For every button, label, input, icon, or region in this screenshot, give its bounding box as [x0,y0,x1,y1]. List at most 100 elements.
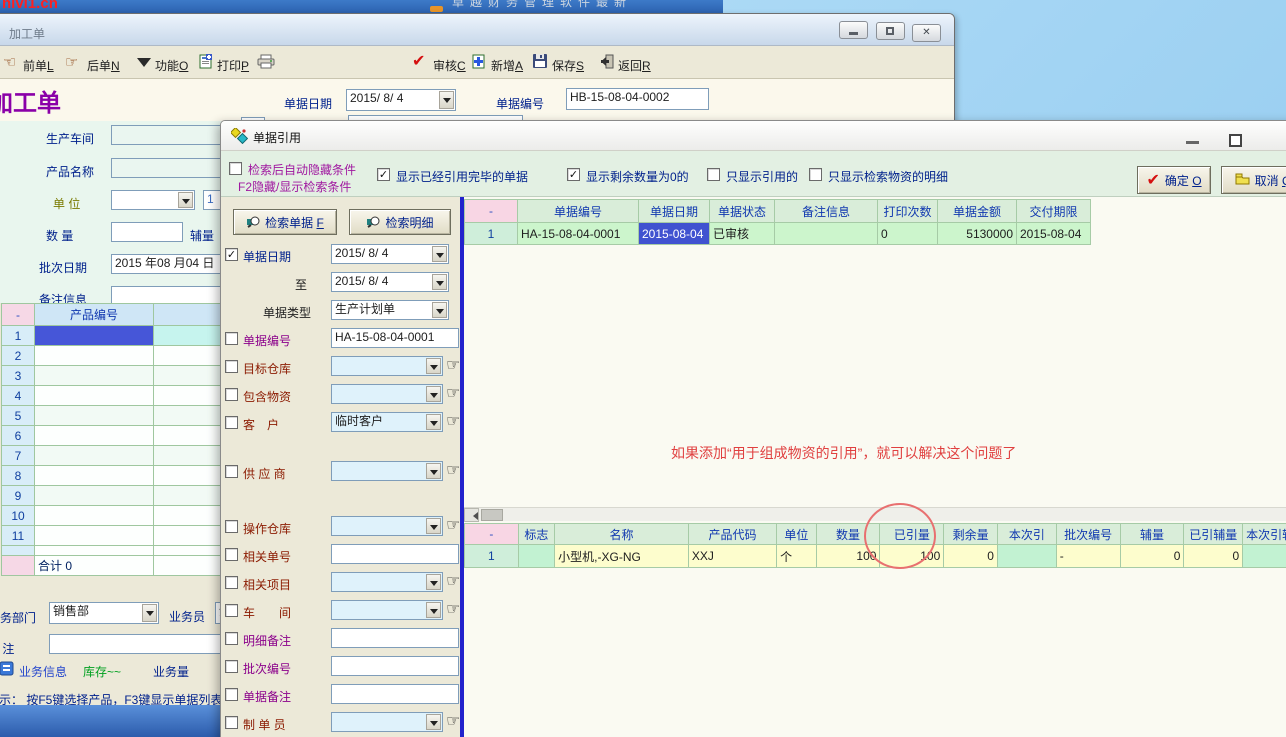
scroll-left-button[interactable] [464,508,479,522]
filter-related-doc-checkbox[interactable] [225,548,238,561]
filter-docno-checkbox[interactable] [225,332,238,345]
filter-op-warehouse-combo[interactable] [331,516,443,536]
filter-target-warehouse-checkbox[interactable] [225,360,238,373]
filter-date-checkbox[interactable]: ✓ [225,248,238,261]
print-button[interactable]: 打印P [217,57,249,74]
cancel-button[interactable]: 取消 Q [1221,166,1286,194]
cell[interactable] [35,526,154,546]
cell-doc-status[interactable]: 已审核 [710,223,775,245]
cell[interactable] [35,486,154,506]
filter-detail-remark-checkbox[interactable] [225,632,238,645]
lookup-hand-icon[interactable] [446,571,460,591]
filter-material-combo[interactable] [331,384,443,404]
restore-button[interactable] [876,22,905,40]
cell-doc-no[interactable]: HA-15-08-04-0001 [518,223,639,245]
chevron-down-icon[interactable] [426,574,441,590]
stock-link[interactable]: 库存~~ [83,663,121,680]
cell-remark[interactable] [775,223,878,245]
cell-ref-aux-qty[interactable]: 0 [1184,545,1243,568]
dept-combo[interactable]: 销售部 [49,602,159,624]
scrollbar-thumb[interactable] [481,509,503,521]
lookup-hand-icon[interactable] [446,599,460,619]
chevron-down-icon[interactable] [439,91,454,109]
filter-customer-checkbox[interactable] [225,416,238,429]
chevron-down-icon[interactable] [432,302,447,318]
filter-docno-input[interactable]: HA-15-08-04-0001 [331,328,459,348]
filter-supplier-checkbox[interactable] [225,465,238,478]
business-info-link[interactable]: 业务信息 [19,663,67,680]
cell-doc-date-selected[interactable]: 2015-08-04 [639,223,710,245]
lookup-hand-icon[interactable] [446,711,460,731]
filter-workshop-checkbox[interactable] [225,604,238,617]
cell[interactable] [154,426,228,446]
cell-aux-qty[interactable]: 0 [1120,545,1184,568]
doc-no-input[interactable]: HB-15-08-04-0002 [566,88,709,110]
chevron-down-icon[interactable] [426,386,441,402]
product-name-input[interactable] [111,158,223,178]
function-button[interactable]: 功能O [155,57,188,74]
filter-customer-combo[interactable]: 临时客户 [331,412,443,432]
cell[interactable] [154,526,228,546]
chevron-down-icon[interactable] [178,192,193,208]
chevron-down-icon[interactable] [432,246,447,262]
cell[interactable] [35,426,154,446]
dialog-minimize-button[interactable] [1186,141,1199,144]
filter-related-doc-input[interactable] [331,544,459,564]
only-searched-material-checkbox[interactable] [809,168,822,181]
cell[interactable] [154,446,228,466]
close-button[interactable]: ✕ [912,24,941,42]
chevron-down-icon[interactable] [142,604,157,622]
selected-cell[interactable] [35,326,154,346]
cell-this-ref[interactable] [997,545,1056,568]
filter-doc-remark-checkbox[interactable] [225,688,238,701]
cell-unit[interactable]: 个 [777,545,817,568]
filter-creator-checkbox[interactable] [225,716,238,729]
cell[interactable] [154,466,228,486]
qty-input[interactable] [111,222,183,242]
cell-print-count[interactable]: 0 [878,223,938,245]
batch-date-field[interactable]: 2015 年08 月04 日 [111,254,227,274]
lookup-hand-icon[interactable] [446,411,460,431]
cell-flag[interactable] [518,545,554,568]
cell[interactable] [35,506,154,526]
return-button[interactable]: 返回R [618,57,651,74]
prev-doc-button[interactable]: 前单L [23,57,54,74]
filter-creator-combo[interactable] [331,712,443,732]
main-window-titlebar[interactable]: 加工单 ✕ [0,14,955,46]
filter-batch-no-input[interactable] [331,656,459,676]
audit-button[interactable]: 审核C [433,57,466,74]
cell-amount[interactable]: 5130000 [938,223,1017,245]
cell[interactable] [154,406,228,426]
save-button[interactable]: 保存S [552,57,584,74]
chevron-down-icon[interactable] [426,463,441,479]
filter-batch-no-checkbox[interactable] [225,660,238,673]
cell-remaining-qty[interactable]: 0 [944,545,998,568]
auto-hide-checkbox[interactable] [229,162,242,175]
cell[interactable] [154,486,228,506]
cell[interactable] [35,446,154,466]
doc-date-combo[interactable]: 2015/ 8/ 4 [346,89,456,111]
chevron-down-icon[interactable] [426,602,441,618]
filter-doctype-combo[interactable]: 生产计划单 [331,300,449,320]
cell[interactable] [35,406,154,426]
cell[interactable] [154,366,228,386]
lookup-hand-icon[interactable] [446,460,460,480]
printer-icon[interactable] [257,54,275,72]
filter-material-checkbox[interactable] [225,388,238,401]
search-detail-button[interactable]: 检索明细 [349,209,451,235]
cell-name[interactable]: 小型机,-XG-NG [555,545,689,568]
show-fully-referenced-checkbox[interactable]: ✓ [377,168,390,181]
cell[interactable] [35,366,154,386]
minimize-button[interactable] [839,21,868,39]
dialog-maximize-button[interactable] [1229,134,1242,147]
lookup-hand-icon[interactable] [446,515,460,535]
filter-target-warehouse-combo[interactable] [331,356,443,376]
cell[interactable] [35,386,154,406]
cell[interactable] [154,326,228,346]
cell[interactable] [154,346,228,366]
add-button[interactable]: 新增A [491,57,523,74]
cell[interactable] [35,346,154,366]
lookup-hand-icon[interactable] [446,355,460,375]
filter-op-warehouse-checkbox[interactable] [225,520,238,533]
dialog-titlebar[interactable]: 单据引用 [221,121,1286,151]
